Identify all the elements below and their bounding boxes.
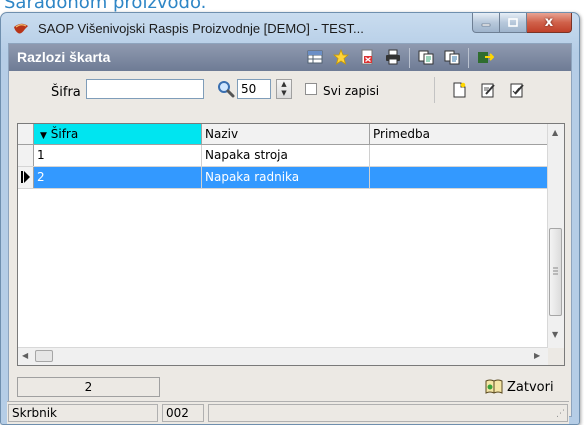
close-button-label: Zatvori [507,379,554,395]
vertical-scroll-thumb[interactable] [549,228,562,316]
vertical-scrollbar[interactable]: ▲ ▼ [547,124,564,348]
horizontal-scrollbar[interactable]: ◀ ▶ [18,347,548,365]
status-message: ⋰ [208,404,568,422]
cell-sifra[interactable]: 1 [34,145,202,166]
app-icon [14,23,28,34]
edit-all-icon[interactable] [508,81,526,99]
client-area: Razlozi škarta Šifra 50 ▲ ▼ Svi zapisi ▼… [8,43,572,417]
scroll-down-icon[interactable]: ▼ [552,330,558,339]
scroll-left-icon[interactable]: ◀ [22,351,28,360]
table-icon[interactable] [305,48,325,66]
record-limit-input[interactable]: 50 [237,79,271,99]
delete-icon[interactable] [357,48,377,66]
close-window-button[interactable]: x [527,13,572,33]
column-header-sifra[interactable]: ▼ Šifra [34,124,202,144]
cell-primedba[interactable] [370,167,548,188]
cell-naziv[interactable]: Napaka stroja [202,145,370,166]
header-toolbar [305,48,501,68]
horizontal-scroll-thumb[interactable] [35,350,53,362]
maximize-button[interactable] [500,13,527,33]
panel-header: Razlozi škarta [9,44,571,71]
maximize-icon [508,18,518,27]
scroll-up-icon[interactable]: ▲ [552,128,558,137]
close-book-icon [485,379,503,394]
close-button[interactable]: Zatvori [484,376,554,398]
status-bar: Skrbnik 002 ⋰ [7,401,569,424]
window-title: SAOP Višenivojski Raspis Proizvodnje [DE… [38,21,364,36]
filter-divider [434,77,435,103]
scrollbar-corner [548,348,564,365]
filter-bar: Šifra 50 ▲ ▼ Svi zapisi [9,71,571,109]
sifra-input[interactable] [86,79,204,99]
new-record-icon[interactable] [450,81,468,99]
minimize-icon [481,23,491,26]
sifra-label: Šifra [51,85,81,100]
column-header-label: Šifra [50,127,79,141]
caption-buttons: x [472,13,572,33]
table-row-selected[interactable]: 2 Napaka radnika [18,167,548,189]
scroll-right-icon[interactable]: ▶ [534,351,540,360]
cell-primedba[interactable] [370,145,548,166]
search-icon[interactable] [217,80,235,98]
row-indicator-header [18,124,34,144]
record-limit-stepper[interactable]: ▲ ▼ [276,79,292,99]
sort-desc-icon: ▼ [40,131,47,141]
record-count: 2 [17,377,160,397]
row-indicator-current[interactable] [18,167,34,188]
row-indicator[interactable] [18,145,34,166]
print-icon[interactable] [383,48,403,66]
star-icon[interactable] [331,48,351,66]
spin-down-icon[interactable]: ▼ [277,89,291,98]
resize-grip-icon[interactable]: ⋰ [556,409,565,419]
record-toolbar [450,81,537,99]
copy-icon[interactable] [416,48,436,66]
grip-icon [553,267,558,275]
column-header-naziv[interactable]: Naziv [202,124,370,144]
toolbar-divider [468,48,469,68]
column-header-primedba[interactable]: Primedba [370,124,548,144]
data-grid: ▼ Šifra Naziv Primedba 1 Napaka stroja 2… [17,123,565,366]
grid-header: ▼ Šifra Naziv Primedba [18,124,548,145]
status-code: 002 [162,404,204,422]
title-bar[interactable]: SAOP Višenivojski Raspis Proizvodnje [DE… [1,13,579,43]
table-row[interactable]: 1 Napaka stroja [18,145,548,167]
copy2-icon[interactable] [442,48,462,66]
edit-icon[interactable] [479,81,497,99]
panel-title: Razlozi škarta [17,49,111,65]
close-icon: x [544,15,554,30]
minimize-button[interactable] [472,13,500,33]
toolbar-divider [409,48,410,68]
current-row-arrow-icon [21,171,30,183]
cell-naziv[interactable]: Napaka radnika [202,167,370,188]
cell-sifra[interactable]: 2 [34,167,202,188]
spin-up-icon[interactable]: ▲ [277,80,291,89]
exit-icon[interactable] [475,48,495,66]
status-user: Skrbnik [8,404,158,422]
all-records-checkbox[interactable] [305,83,317,95]
all-records-label: Svi zapisi [323,84,380,98]
